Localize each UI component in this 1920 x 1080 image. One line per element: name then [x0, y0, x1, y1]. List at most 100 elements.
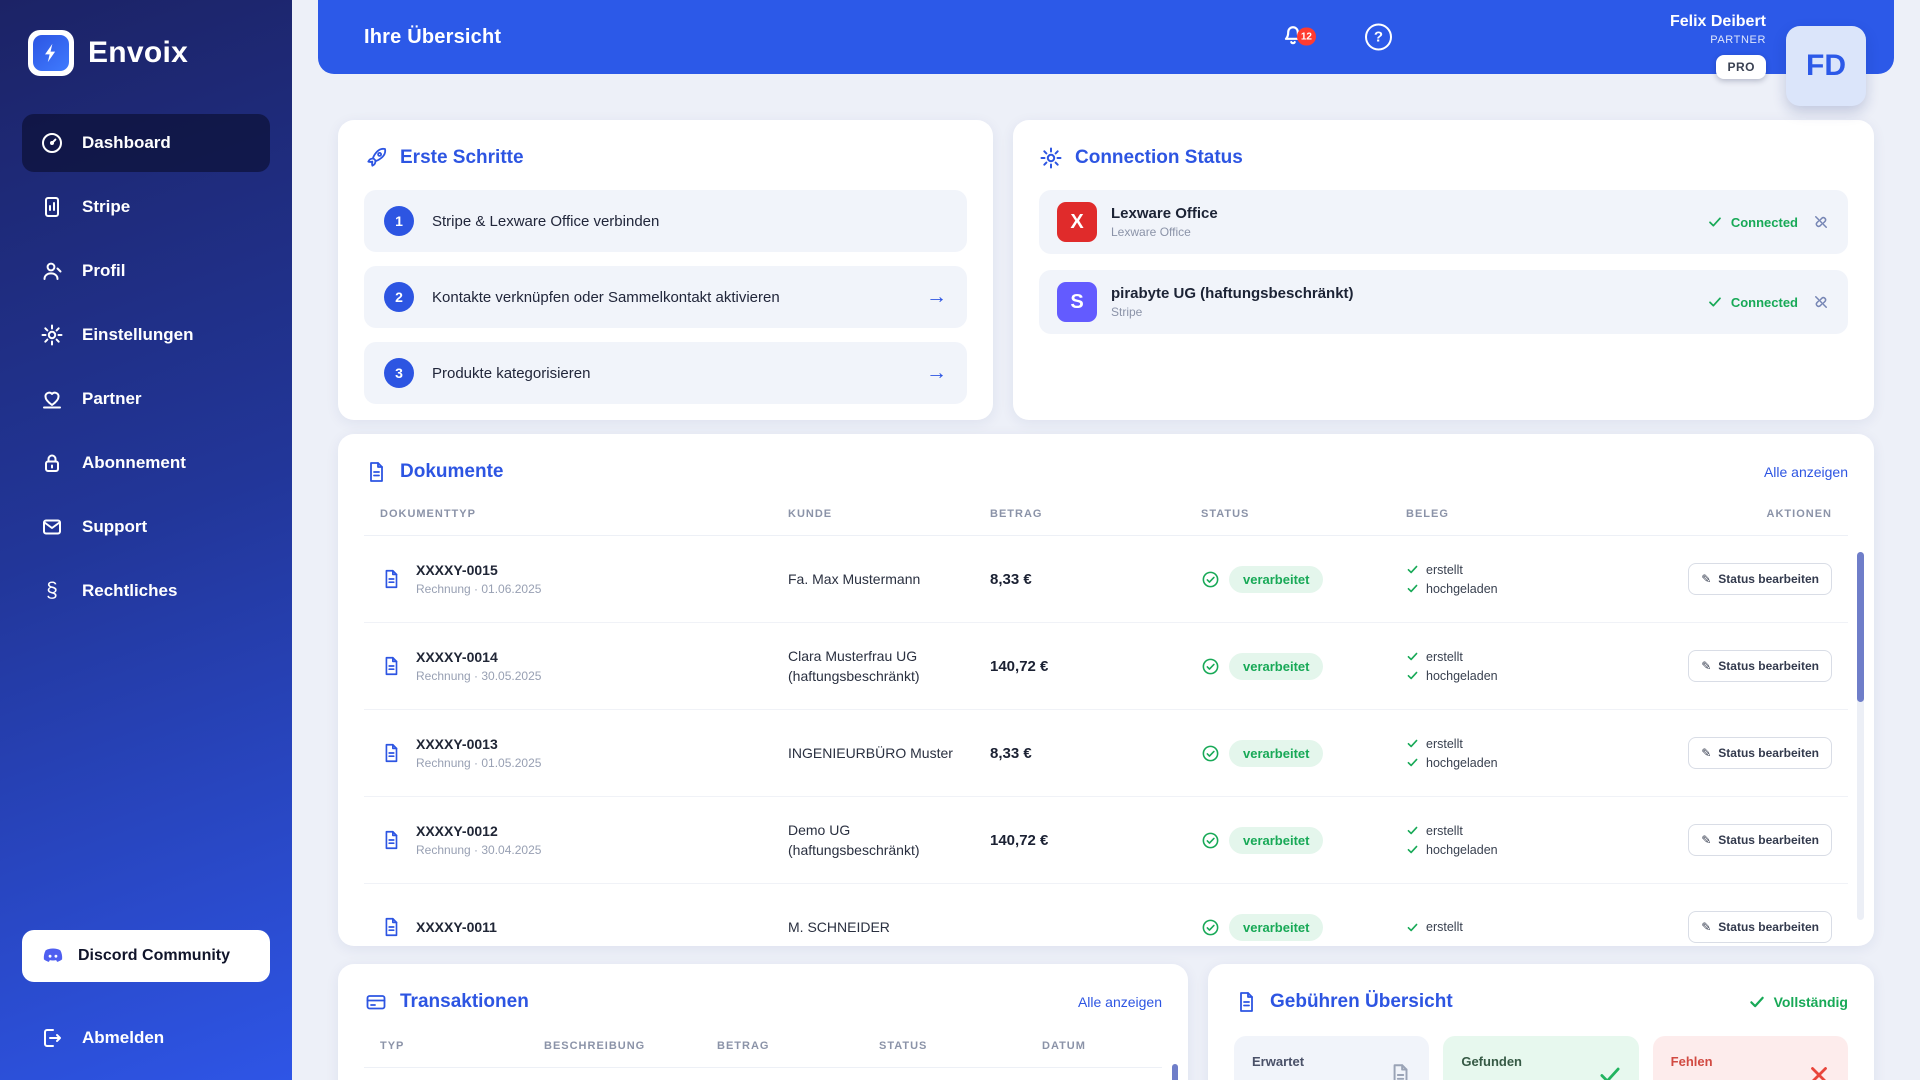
- stat-fehlen: Fehlen 0: [1652, 1036, 1848, 1080]
- sidebar-item-profil[interactable]: Profil: [22, 242, 270, 300]
- pencil-icon: ✎: [1701, 920, 1712, 934]
- sidebar-item-abonnement[interactable]: Abonnement: [22, 434, 270, 492]
- receipt-cell: erstellt hochgeladen: [1406, 650, 1656, 683]
- check-icon: [1407, 758, 1418, 767]
- documents-card: Dokumente Alle anzeigen DOKUMENTTYP KUND…: [338, 434, 1874, 946]
- pencil-icon: ✎: [1701, 833, 1712, 847]
- receipt-cell: erstellt hochgeladen: [1406, 563, 1656, 596]
- logout-button[interactable]: Abmelden: [22, 1026, 270, 1050]
- app-logo: Envoix: [22, 26, 270, 80]
- lexware-logo: X: [1057, 202, 1097, 242]
- step-number: 2: [384, 282, 414, 312]
- connection-row-lexware: X Lexware Office Lexware Office Connecte…: [1039, 190, 1848, 254]
- arrow-right-icon: →: [926, 361, 947, 384]
- disconnect-button[interactable]: [1812, 293, 1830, 311]
- connection-subtitle: Lexware Office: [1111, 225, 1191, 239]
- transactions-view-all-link[interactable]: Alle anzeigen: [1078, 994, 1162, 1010]
- document-id: XXXXY-0012: [416, 823, 498, 839]
- lock-icon: [45, 454, 59, 472]
- notifications-button[interactable]: 12: [1280, 22, 1316, 53]
- check-icon: [1407, 565, 1418, 574]
- col-datum: DATUM: [1042, 1039, 1086, 1052]
- stripe-logo: S: [1057, 282, 1097, 322]
- pencil-icon: ✎: [1701, 572, 1712, 586]
- fees-stats: Erwartet 4 Gefunden 4: [1234, 1036, 1848, 1080]
- document-id: XXXXY-0013: [416, 736, 498, 752]
- disconnect-button[interactable]: [1812, 213, 1830, 231]
- check-icon: [1407, 845, 1418, 854]
- status-edit-button[interactable]: ✎ Status bearbeiten: [1688, 650, 1832, 682]
- sidebar-item-label: Stripe: [82, 197, 131, 216]
- plan-badge: PRO: [1716, 55, 1766, 79]
- step-label: Stripe & Lexware Office verbinden: [432, 212, 660, 230]
- customer-name: Fa. Max Mustermann: [788, 570, 921, 587]
- col-beleg: BELEG: [1406, 507, 1449, 520]
- status-badge: verarbeitet: [1229, 826, 1324, 854]
- check-icon: [1708, 217, 1721, 227]
- check-icon: [1708, 297, 1721, 307]
- documents-view-all-link[interactable]: Alle anzeigen: [1764, 464, 1848, 480]
- onboarding-step-3[interactable]: 3 Produkte kategorisieren →: [364, 342, 967, 404]
- connection-status-badge: Connected: [1707, 214, 1798, 230]
- discord-icon: [43, 948, 63, 962]
- app-root: Envoix Dashboard Stripe Profil Einstellu…: [0, 0, 1920, 1080]
- document-meta: Rechnung · 30.04.2025: [416, 843, 542, 857]
- document-meta: Rechnung · 01.06.2025: [416, 582, 542, 596]
- check-icon: [1407, 826, 1418, 835]
- documents-table-header: DOKUMENTTYP KUNDE BETRAG STATUS BELEG AK…: [364, 492, 1848, 536]
- sidebar-item-einstellungen[interactable]: Einstellungen: [22, 306, 270, 364]
- step-label: Kontakte verknüpfen oder Sammelkontakt a…: [432, 288, 780, 306]
- transactions-scrollbar[interactable]: [1172, 1064, 1178, 1080]
- onboarding-step-2[interactable]: 2 Kontakte verknüpfen oder Sammelkontakt…: [364, 266, 967, 328]
- avatar[interactable]: FD: [1786, 26, 1866, 106]
- check-icon: [1407, 652, 1418, 661]
- check-circle-icon: [1202, 745, 1219, 761]
- col-typ: TYP: [380, 1039, 405, 1052]
- document-icon: [370, 462, 383, 482]
- check-icon: [1407, 923, 1418, 931]
- status-edit-button[interactable]: ✎ Status bearbeiten: [1688, 824, 1832, 856]
- status-edit-button[interactable]: ✎ Status bearbeiten: [1688, 911, 1832, 943]
- connection-row-stripe: S pirabyte UG (haftungsbeschränkt) Strip…: [1039, 270, 1848, 334]
- sidebar-item-support[interactable]: Support: [22, 498, 270, 556]
- status-badge: verarbeitet: [1229, 913, 1324, 941]
- connection-status-title: Connection Status: [1075, 147, 1243, 168]
- transactions-card: Transaktionen Alle anzeigen TYP BESCHREI…: [338, 964, 1188, 1080]
- sidebar-item-dashboard[interactable]: Dashboard: [22, 114, 270, 172]
- check-icon: [1407, 671, 1418, 680]
- sidebar-item-stripe[interactable]: Stripe: [22, 178, 270, 236]
- discord-community-button[interactable]: Discord Community: [22, 930, 270, 982]
- document-icon: [1240, 992, 1253, 1012]
- user-block: Felix Deibert PARTNER PRO: [1670, 13, 1766, 79]
- document-meta: Rechnung · 01.05.2025: [416, 756, 542, 770]
- gear-icon: [41, 324, 63, 346]
- onboarding-step-1[interactable]: 1 Stripe & Lexware Office verbinden: [364, 190, 967, 252]
- status-edit-button[interactable]: ✎ Status bearbeiten: [1688, 563, 1832, 595]
- fees-complete-badge: Vollständig: [1748, 993, 1848, 1011]
- sidebar-item-label: Abonnement: [82, 453, 186, 472]
- status-cell: verarbeitet: [1201, 565, 1406, 593]
- onboarding-card: Erste Schritte 1 Stripe & Lexware Office…: [338, 120, 993, 420]
- help-icon: ?: [1373, 28, 1384, 46]
- col-betrag: BETRAG: [990, 507, 1043, 520]
- logout-icon: [44, 1029, 61, 1047]
- receipt-cell: erstellt: [1406, 920, 1656, 934]
- col-aktionen: AKTIONEN: [1766, 507, 1832, 520]
- help-button[interactable]: ?: [1365, 23, 1392, 51]
- check-circle-icon: [1202, 919, 1219, 935]
- sidebar-item-rechtliches[interactable]: § Rechtliches: [22, 562, 270, 620]
- check-icon: [1407, 739, 1418, 748]
- step-label: Produkte kategorisieren: [432, 364, 591, 382]
- status-edit-button[interactable]: ✎ Status bearbeiten: [1688, 737, 1832, 769]
- user-name: Felix Deibert: [1669, 13, 1766, 30]
- sidebar: Envoix Dashboard Stripe Profil Einstellu…: [0, 0, 292, 1080]
- heart-hands-icon: [43, 391, 61, 409]
- amount: 140,72 €: [990, 657, 1049, 675]
- documents-scrollbar[interactable]: [1857, 552, 1864, 920]
- customer-name: Clara Musterfrau UG (haftungsbeschränkt): [788, 647, 920, 684]
- sidebar-item-label: Profil: [82, 261, 126, 280]
- check-icon: [1597, 1062, 1623, 1080]
- sidebar-item-partner[interactable]: Partner: [22, 370, 270, 428]
- stat-gefunden: Gefunden 4: [1443, 1036, 1639, 1080]
- document-icon: [385, 917, 398, 937]
